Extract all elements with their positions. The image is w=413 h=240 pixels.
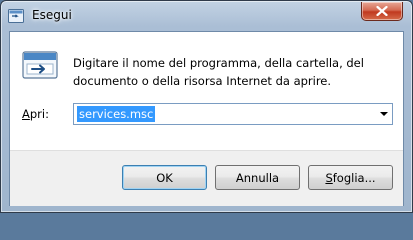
title-bar[interactable]: Esegui (1, 1, 412, 31)
close-icon (376, 6, 388, 16)
close-button[interactable] (361, 2, 403, 21)
cancel-button[interactable]: Annulla (215, 165, 300, 190)
open-combobox[interactable]: services.msc (73, 103, 393, 125)
open-label: Apri: (22, 107, 49, 121)
open-label-text: pri: (29, 107, 49, 121)
open-input-value[interactable]: services.msc (77, 106, 156, 122)
window-title: Esegui (32, 8, 72, 22)
dialog-body: Digitare il nome del programma, della ca… (9, 31, 404, 206)
description-line-1: Digitare il nome del programma, della ca… (73, 56, 364, 70)
browse-label: foglia... (332, 170, 376, 185)
run-dialog-window: Esegui Digitare il nome del programma, d… (0, 0, 413, 213)
dialog-description: Digitare il nome del programma, della ca… (73, 54, 393, 90)
open-label-accelerator: A (22, 107, 30, 121)
dropdown-arrow-icon[interactable] (380, 112, 388, 116)
run-program-icon (22, 50, 58, 80)
description-line-2: documento o della risorsa Internet da ap… (73, 74, 332, 88)
browse-button[interactable]: Sfoglia... (308, 165, 393, 190)
browse-accelerator: S (325, 170, 333, 185)
dialog-footer: OK Annulla Sfoglia... (10, 150, 403, 206)
run-icon (8, 9, 24, 23)
ok-button[interactable]: OK (122, 165, 207, 190)
